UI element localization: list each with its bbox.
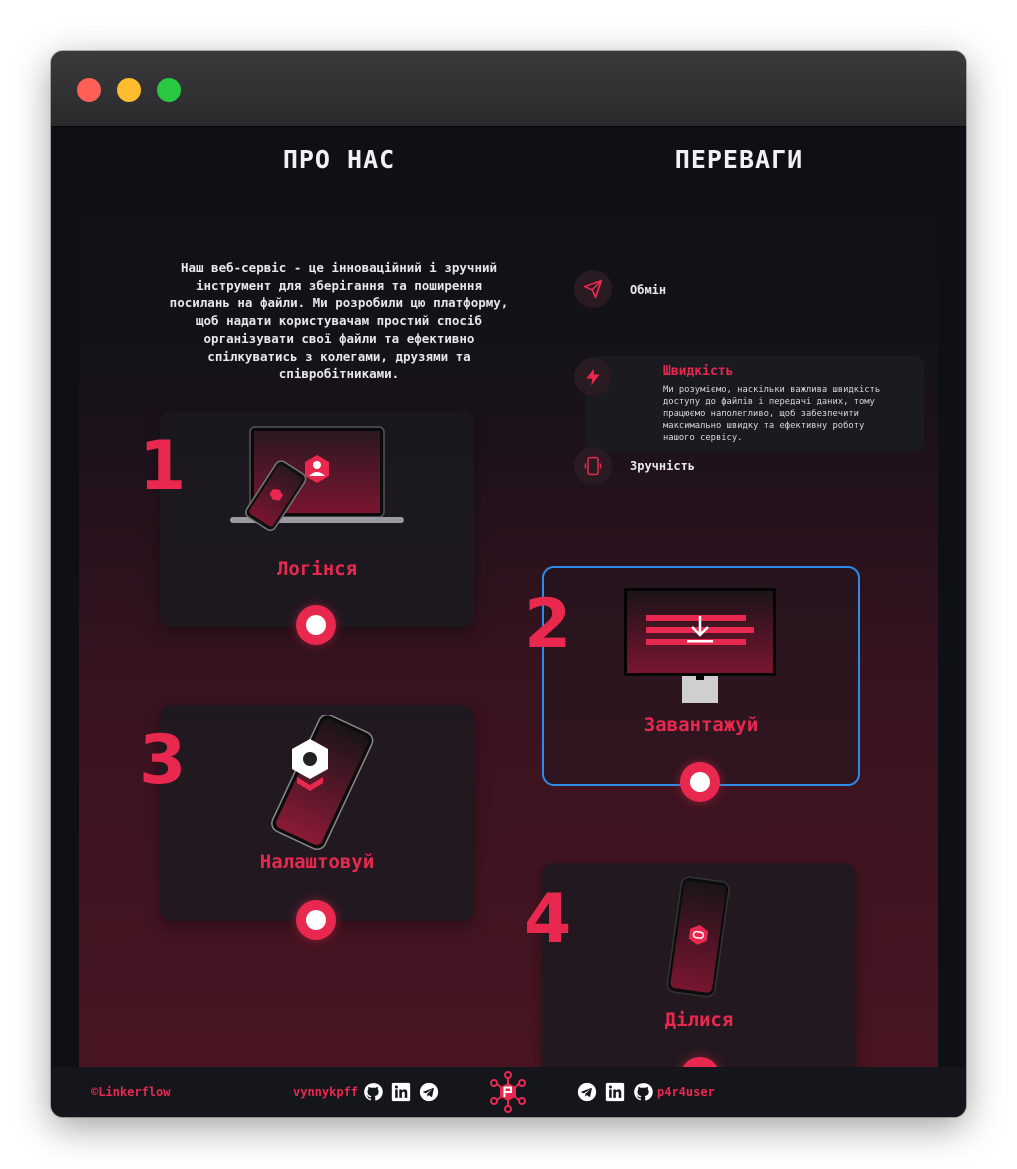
about-line: співробітниками. bbox=[278, 366, 400, 382]
send-icon bbox=[574, 270, 612, 308]
maximize-window-button[interactable] bbox=[157, 78, 181, 102]
advantages-title: ПЕРЕВАГИ bbox=[674, 145, 804, 174]
timeline-dot-3[interactable] bbox=[296, 900, 336, 940]
monitor-download-illustration bbox=[624, 588, 776, 703]
description-line: працюємо наполегливо, щоб забезпечити bbox=[663, 409, 859, 419]
phone-share-illustration bbox=[666, 876, 730, 998]
step-card-download[interactable]: Завантажуй bbox=[542, 566, 860, 786]
about-description: Наш веб-сервіс - це інноваційний і зручн… bbox=[159, 259, 519, 383]
step-label-settings: Налаштовуй bbox=[259, 851, 375, 873]
window-titlebar bbox=[51, 51, 966, 127]
about-line: щоб надати користувачам простий спосіб bbox=[196, 313, 482, 329]
description-line: доступу до файлів і передачі даних, тому bbox=[663, 397, 875, 407]
linkedin-icon[interactable] bbox=[605, 1082, 625, 1102]
about-line: спілкуватись з колегами, друзями та bbox=[207, 348, 471, 364]
telegram-icon[interactable] bbox=[419, 1082, 439, 1102]
timeline-dot-2[interactable] bbox=[680, 762, 720, 802]
phone-settings-illustration bbox=[271, 715, 374, 850]
phone-icon bbox=[574, 447, 612, 485]
step-card-share[interactable]: Ділися bbox=[542, 863, 856, 1079]
advantage-convenience-label: Зручність bbox=[630, 459, 696, 473]
description-line: нашого сервісу. bbox=[663, 433, 743, 443]
left-username[interactable]: vynnykpff bbox=[293, 1085, 358, 1099]
telegram-icon[interactable] bbox=[577, 1082, 597, 1102]
step-number-1: 1 bbox=[139, 427, 187, 506]
minimize-window-button[interactable] bbox=[117, 78, 141, 102]
advantage-speed-description: Ми розуміємо, наскільки важлива швидкіст… bbox=[663, 384, 913, 444]
advantage-speed-title: Швидкість bbox=[663, 364, 734, 379]
about-title: ПРО НАС bbox=[282, 145, 396, 174]
page-footer: ©Linkerflow vynnykpff p4r4user bbox=[51, 1067, 966, 1117]
about-line: організувати свої файли та ефективно bbox=[203, 330, 475, 346]
about-line: інструмент для зберігання та поширення bbox=[196, 277, 482, 293]
site-logo[interactable] bbox=[488, 1071, 528, 1113]
linkedin-icon[interactable] bbox=[391, 1082, 411, 1102]
step-number-4: 4 bbox=[524, 880, 572, 959]
step-number-3: 3 bbox=[139, 721, 187, 800]
lightning-icon bbox=[574, 358, 612, 396]
step-label-login: Логінся bbox=[276, 558, 358, 580]
step-number-2: 2 bbox=[524, 585, 572, 664]
laptop-phone-illustration bbox=[230, 426, 404, 532]
description-line: максимально швидку та ефективну роботу bbox=[663, 421, 865, 431]
step-label-download: Завантажуй bbox=[643, 714, 759, 736]
step-label-share: Ділися bbox=[664, 1009, 734, 1031]
copyright-text: ©Linkerflow bbox=[91, 1085, 171, 1099]
close-window-button[interactable] bbox=[77, 78, 101, 102]
timeline-dot-1[interactable] bbox=[296, 605, 336, 645]
right-username[interactable]: p4r4user bbox=[657, 1085, 715, 1099]
description-line: Ми розуміємо, наскільки важлива швидкіст… bbox=[663, 385, 881, 395]
step-card-login[interactable]: Логінся bbox=[160, 411, 474, 627]
github-icon[interactable] bbox=[633, 1082, 653, 1102]
github-icon[interactable] bbox=[363, 1082, 383, 1102]
advantage-exchange-label: Обмін bbox=[630, 283, 667, 297]
about-line: посилань на файли. Ми розробили цю платф… bbox=[169, 295, 509, 311]
step-card-settings[interactable]: Налаштовуй bbox=[160, 705, 474, 921]
about-line: Наш веб-сервіс - це інноваційний і зручн… bbox=[180, 260, 498, 275]
page-content: ПРО НАС Наш веб-сервіс - це інноваційний… bbox=[79, 127, 938, 1097]
browser-window: ПРО НАС Наш веб-сервіс - це інноваційний… bbox=[51, 51, 966, 1117]
